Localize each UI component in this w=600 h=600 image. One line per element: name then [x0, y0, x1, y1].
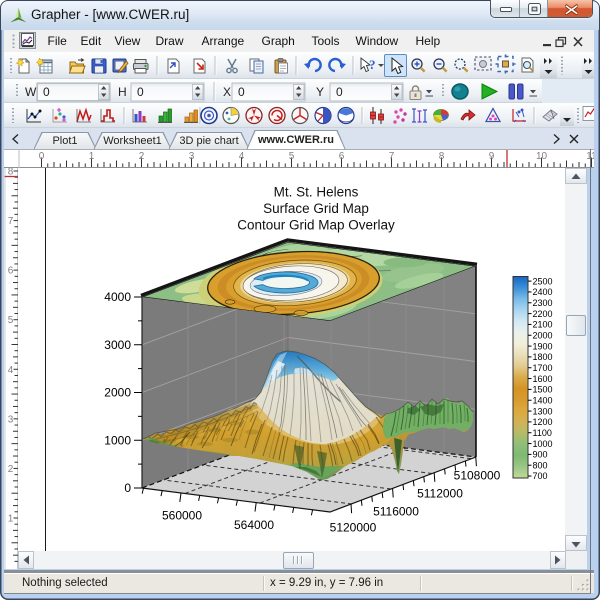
- svg-text:H: H: [118, 85, 127, 99]
- svg-text:1700: 1700: [533, 363, 553, 373]
- svg-text:6: 6: [7, 266, 13, 277]
- svg-text:564000: 564000: [234, 518, 274, 532]
- svg-text:5108000: 5108000: [454, 469, 501, 483]
- svg-text:2300: 2300: [533, 298, 553, 308]
- svg-text:2500: 2500: [533, 276, 553, 286]
- svg-text:1400: 1400: [533, 395, 553, 405]
- svg-text:7: 7: [7, 216, 13, 227]
- svg-text:W: W: [25, 85, 37, 99]
- svg-text:0: 0: [124, 481, 131, 495]
- svg-text:3: 3: [188, 151, 194, 162]
- svg-text:5: 5: [7, 315, 13, 326]
- svg-text:4: 4: [238, 151, 244, 162]
- svg-text:10: 10: [535, 151, 547, 162]
- svg-text:0: 0: [137, 85, 144, 99]
- svg-text:5116000: 5116000: [373, 505, 419, 519]
- svg-text:5120000: 5120000: [330, 521, 377, 535]
- svg-text:800: 800: [533, 460, 548, 470]
- svg-text:6: 6: [338, 151, 344, 162]
- svg-text:560000: 560000: [162, 509, 202, 523]
- svg-text:0: 0: [238, 85, 245, 99]
- svg-text:4000: 4000: [104, 290, 131, 304]
- svg-text:1000: 1000: [104, 433, 131, 447]
- svg-text:1: 1: [7, 514, 13, 525]
- svg-text:1600: 1600: [533, 374, 553, 384]
- svg-text:2400: 2400: [533, 287, 553, 297]
- svg-text:Mt. St. Helens: Mt. St. Helens: [274, 185, 359, 200]
- svg-text:3000: 3000: [104, 338, 131, 352]
- svg-text:X: X: [223, 85, 231, 99]
- svg-text:1100: 1100: [533, 428, 552, 438]
- svg-text:8: 8: [438, 151, 444, 162]
- svg-text:700: 700: [533, 471, 548, 481]
- svg-text:Contour Grid Map Overlay: Contour Grid Map Overlay: [237, 218, 395, 233]
- svg-text:9: 9: [488, 151, 494, 162]
- svg-text:2: 2: [138, 151, 144, 162]
- svg-text:2000: 2000: [104, 386, 131, 400]
- svg-text:2200: 2200: [533, 309, 553, 319]
- svg-text:1500: 1500: [533, 385, 553, 395]
- svg-text:3: 3: [7, 414, 13, 425]
- svg-text:1000: 1000: [533, 439, 553, 449]
- svg-text:7: 7: [388, 151, 394, 162]
- svg-text:0: 0: [38, 151, 44, 162]
- svg-text:0: 0: [336, 85, 343, 99]
- svg-text:5112000: 5112000: [417, 487, 463, 501]
- svg-text:1900: 1900: [533, 341, 553, 351]
- svg-text:1200: 1200: [533, 417, 553, 427]
- svg-text:1800: 1800: [533, 352, 553, 362]
- svg-text:1: 1: [88, 151, 94, 162]
- svg-text:0: 0: [43, 85, 50, 99]
- svg-text:?: ?: [369, 57, 376, 72]
- svg-text:900: 900: [533, 450, 548, 460]
- svg-text:4: 4: [7, 365, 13, 376]
- svg-text:2: 2: [7, 464, 13, 475]
- svg-text:Surface Grid Map: Surface Grid Map: [263, 201, 369, 216]
- svg-text:2000: 2000: [533, 330, 553, 340]
- svg-text:5: 5: [288, 151, 294, 162]
- svg-text:Y: Y: [316, 85, 324, 99]
- svg-text:2100: 2100: [533, 320, 553, 330]
- svg-text:1300: 1300: [533, 406, 553, 416]
